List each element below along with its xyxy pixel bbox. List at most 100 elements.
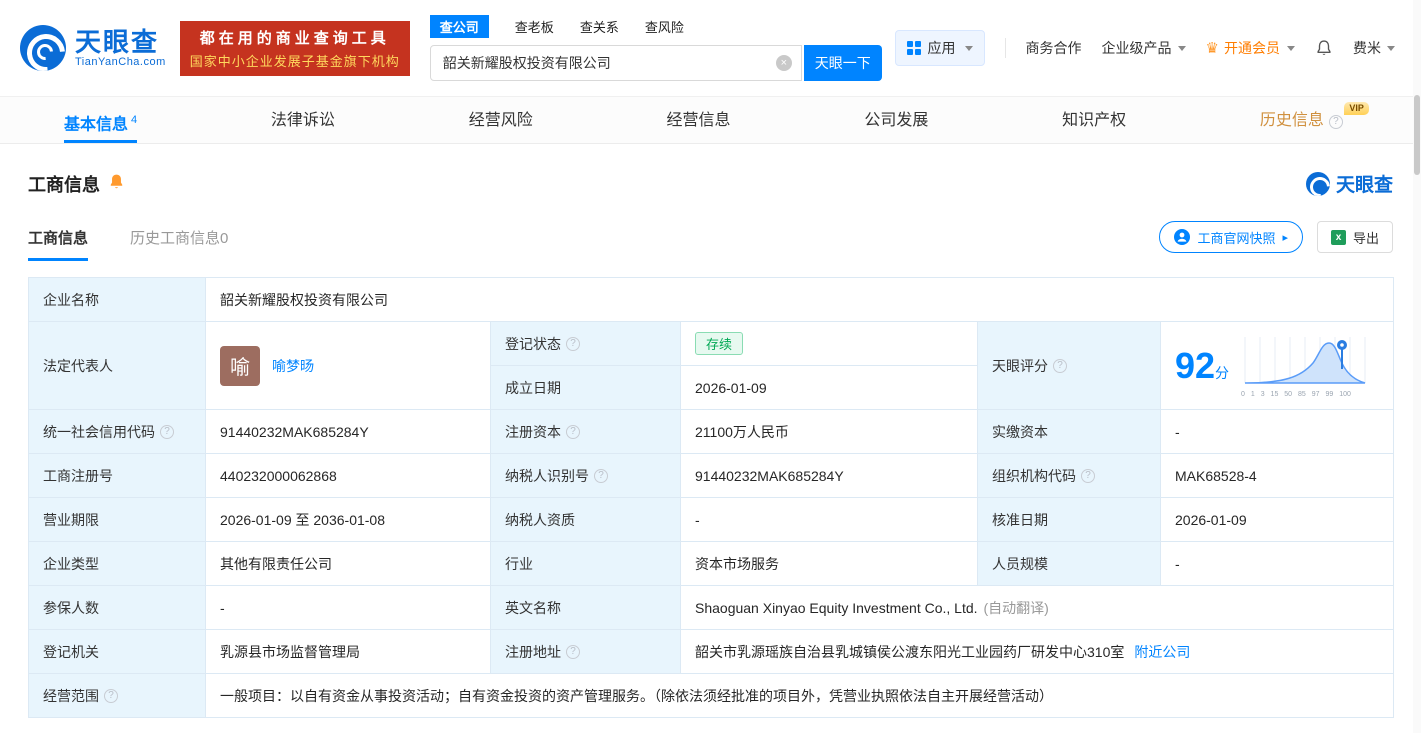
score-unit: 分: [1215, 364, 1230, 381]
industry-value: 资本市场服务: [680, 541, 978, 586]
apps-menu[interactable]: 应用: [894, 30, 985, 66]
tab-company-development[interactable]: 公司发展: [864, 97, 928, 143]
tab-business-info[interactable]: 经营信息: [667, 97, 731, 143]
watermark-text: 天眼查: [1335, 175, 1393, 196]
subtab-business-info[interactable]: 工商信息: [28, 227, 89, 261]
official-snapshot-button[interactable]: 工商官网快照 ▸: [1159, 221, 1303, 253]
search-tab-risk[interactable]: 查风险: [645, 17, 684, 36]
nav-vip-label: 开通会员: [1224, 40, 1280, 56]
section-title: 工商信息: [28, 174, 100, 195]
table-row: 统一社会信用代码? 91440232MAK685284Y 注册资本? 21100…: [28, 409, 1395, 454]
taxpayer-id-label-text: 纳税人识别号: [505, 467, 589, 484]
nav-cooperation[interactable]: 商务合作: [1026, 38, 1082, 58]
business-term-label: 营业期限: [28, 497, 206, 542]
scrollbar-thumb[interactable]: [1414, 95, 1420, 175]
reg-capital-label-text: 注册资本: [505, 423, 561, 440]
search-button[interactable]: 天眼一下: [803, 45, 882, 81]
legal-rep-value: 喻 喻梦旸: [205, 321, 491, 410]
table-row: 企业类型 其他有限责任公司 行业 资本市场服务 人员规模 -: [28, 541, 1395, 586]
help-icon[interactable]: ?: [566, 644, 580, 659]
help-icon[interactable]: ?: [1328, 115, 1343, 129]
score-label: 天眼评分?: [977, 321, 1161, 410]
help-icon[interactable]: ?: [594, 468, 608, 483]
clear-icon[interactable]: ×: [775, 55, 792, 71]
credit-code-label: 统一社会信用代码?: [28, 409, 206, 454]
subtab-history-business-info[interactable]: 历史工商信息0: [130, 227, 228, 261]
help-icon[interactable]: ?: [566, 336, 580, 351]
insured-count-value: -: [205, 585, 491, 630]
tab-basic-label: 基本信息: [64, 116, 129, 134]
establish-date-label: 成立日期: [490, 365, 681, 410]
subtab-actions: 工商官网快照 ▸ x 导出: [1159, 221, 1393, 261]
tab-legal-proceedings[interactable]: 法律诉讼: [271, 97, 335, 143]
search-tab-boss[interactable]: 查老板: [515, 17, 554, 36]
nav-enterprise-products[interactable]: 企业级产品: [1102, 38, 1186, 58]
org-code-label: 组织机构代码?: [977, 453, 1161, 498]
reg-number-label: 工商注册号: [28, 453, 206, 498]
legal-rep-link[interactable]: 喻梦旸: [272, 356, 314, 376]
org-code-value: MAK68528-4: [1159, 453, 1395, 498]
header: 天眼查 TianYanCha.com 都在用的商业查询工具 国家中小企业发展子基…: [0, 0, 1421, 96]
slogan-line2: 国家中小企业发展子基金旗下机构: [189, 53, 400, 69]
english-name-label: 英文名称: [490, 585, 681, 630]
score-value: 92分 0 1 3 15 50 85 97 99 100: [1159, 321, 1395, 410]
export-button[interactable]: x 导出: [1316, 221, 1393, 253]
search-area: 查公司 查老板 查关系 查风险 × 天眼一下: [429, 15, 882, 81]
table-row: 经营范围? 一般项目：以自有资金从事投资活动；自有资金投资的资产管理服务。（除依…: [28, 673, 1395, 718]
vip-badge: VIP: [1344, 102, 1369, 115]
table-row: 参保人数 - 英文名称 Shaoguan Xinyao Equity Inves…: [28, 585, 1395, 630]
reg-capital-label: 注册资本?: [490, 409, 681, 454]
nav-open-vip[interactable]: ♛ 开通会员: [1206, 38, 1295, 58]
help-icon[interactable]: ?: [1053, 358, 1067, 373]
credit-code-label-text: 统一社会信用代码: [43, 423, 155, 440]
help-icon[interactable]: ?: [566, 424, 580, 439]
search-input[interactable]: [429, 45, 802, 81]
logo-text: 天眼查 TianYanCha.com: [75, 28, 166, 69]
search-tab-company[interactable]: 查公司: [429, 15, 489, 38]
subscribe-bell-icon[interactable]: [108, 173, 125, 195]
business-term-value: 2026-01-09 至 2036-01-08: [205, 497, 491, 542]
slogan-line1: 都在用的商业查询工具: [199, 29, 390, 47]
tab-basic-info[interactable]: 基本信息 4: [64, 97, 138, 143]
company-type-value: 其他有限责任公司: [205, 541, 491, 586]
tab-operational-risk[interactable]: 经营风险: [469, 97, 533, 143]
nav-divider: [1004, 38, 1006, 58]
score-number: 92分: [1175, 347, 1230, 384]
tianyancha-logo[interactable]: 天眼查 TianYanCha.com: [20, 25, 166, 71]
paid-capital-label: 实缴资本: [977, 409, 1161, 454]
taxpayer-id-label: 纳税人识别号?: [490, 453, 681, 498]
export-label: 导出: [1352, 230, 1379, 246]
business-scope-label-text: 经营范围: [43, 687, 99, 704]
logo-brand: 天眼查: [75, 26, 160, 57]
scrollbar[interactable]: [1413, 0, 1421, 733]
company-name-label: 企业名称: [28, 277, 206, 322]
avatar[interactable]: 喻: [220, 345, 260, 386]
crown-icon: ♛: [1205, 40, 1219, 57]
user-menu[interactable]: 费米: [1353, 38, 1395, 58]
badge-person-icon: [1174, 229, 1191, 245]
tab-history-info[interactable]: VIP 历史信息?: [1259, 97, 1369, 143]
snapshot-label: 工商官网快照: [1197, 230, 1276, 246]
help-icon[interactable]: ?: [104, 688, 118, 703]
reg-status-label-text: 登记状态: [505, 335, 561, 352]
tab-intellectual-property[interactable]: 知识产权: [1062, 97, 1126, 143]
industry-label: 行业: [490, 541, 681, 586]
score-axis-ticks: 0 1 3 15 50 85 97 99 100: [1241, 391, 1351, 398]
company-tabbar: 基本信息 4 法律诉讼 经营风险 经营信息 公司发展 知识产权 VIP 历史信息?: [0, 96, 1421, 144]
tianyancha-mini-icon: [1305, 171, 1330, 196]
reg-address-label-text: 注册地址: [505, 643, 561, 660]
nearby-companies-link[interactable]: 附近公司: [1134, 644, 1190, 660]
approval-date-value: 2026-01-09: [1159, 497, 1395, 542]
tab-history-label: 历史信息: [1259, 112, 1324, 129]
business-scope-value: 一般项目：以自有资金从事投资活动；自有资金投资的资产管理服务。（除依法须经批准的…: [204, 673, 1395, 718]
reg-number-value: 440232000062868: [205, 453, 491, 498]
table-row: 企业名称 韶关新耀股权投资有限公司: [28, 277, 1395, 322]
reg-status-label: 登记状态?: [490, 321, 681, 366]
help-icon[interactable]: ?: [160, 424, 174, 439]
help-icon[interactable]: ?: [1081, 468, 1095, 483]
search-tab-relation[interactable]: 查关系: [580, 17, 619, 36]
reg-address-value: 韶关市乳源瑶族自治县乳城镇侯公渡东阳光工业园药厂研发中心310室 附近公司: [679, 629, 1395, 674]
english-name-note: (自动翻译): [983, 599, 1049, 616]
notification-bell-icon[interactable]: [1315, 39, 1333, 57]
search-bar: × 天眼一下: [429, 45, 882, 81]
